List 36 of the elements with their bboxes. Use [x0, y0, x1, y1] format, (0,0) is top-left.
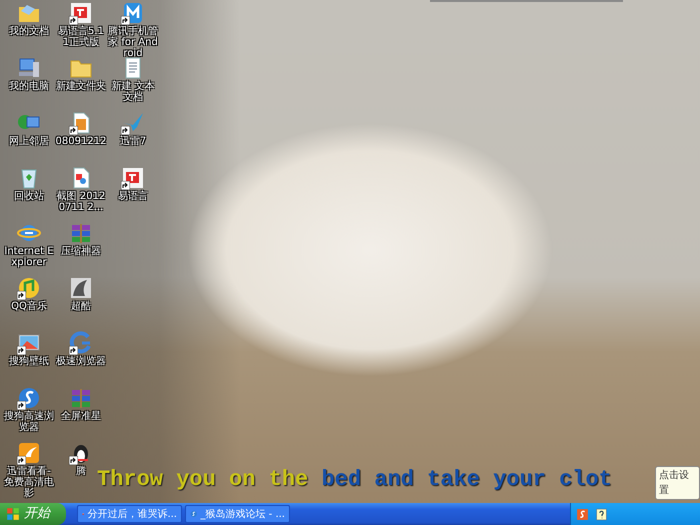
windows-logo-icon — [6, 507, 20, 521]
desktop-icon[interactable]: QQ音乐 — [11, 276, 47, 331]
photo-thumbnail-icon — [69, 276, 93, 300]
desktop-icon[interactable]: 08091212 — [56, 111, 106, 166]
taskbar-button[interactable]: _猴岛游戏论坛 - ... — [185, 505, 290, 523]
desktop-icon[interactable]: 我的电脑 — [9, 56, 49, 111]
desktop-icon[interactable]: 新建文件夹 — [56, 56, 106, 111]
desktop-lyrics: Throw you on the bed and take your clot — [97, 466, 612, 494]
desktop-icon[interactable]: 迅雷看看-免费高清电影 — [3, 441, 55, 496]
s-logo-icon — [190, 508, 198, 520]
desktop-icon[interactable]: 截图 20120711 2... — [55, 166, 107, 221]
desktop-icon[interactable]: 搜狗高速浏览器 — [3, 386, 55, 441]
desktop-icon[interactable]: Internet Explorer — [3, 221, 55, 276]
start-button[interactable]: 开始 — [0, 503, 66, 525]
desktop-icon[interactable]: 易语言 — [118, 166, 148, 221]
tooltip: 点击设置 — [655, 466, 700, 500]
desktop-icon[interactable]: 新建 文本文档 — [107, 56, 159, 111]
books-icon — [69, 221, 93, 245]
desktop-icon[interactable]: 超酷 — [69, 276, 93, 331]
help-icon[interactable] — [595, 508, 608, 520]
desktop-icon[interactable]: 极速浏览器 — [56, 331, 106, 386]
desktop-icon[interactable]: 全屏准星 — [61, 386, 101, 441]
books-icon — [69, 386, 93, 410]
swirl-icon — [69, 331, 93, 355]
desktop-icon[interactable]: 腾 — [69, 441, 93, 496]
desktop-icon[interactable]: 搜狗壁纸 — [9, 331, 49, 386]
desktop-icon[interactable]: 易语言5.11正式版 — [55, 1, 107, 56]
computer-icon — [17, 56, 41, 80]
desktop-icon[interactable]: 压缩神器 — [61, 221, 101, 276]
taskbar-button[interactable]: 分开过后，谁哭诉... — [77, 505, 182, 523]
desktop-icon[interactable]: 网上邻居 — [9, 111, 49, 166]
desktop-icon[interactable]: 腾讯手机管家 for Android — [107, 1, 159, 56]
desktop-icon[interactable]: 回收站 — [14, 166, 44, 221]
s-logo-icon[interactable] — [576, 508, 589, 520]
desktop-icon[interactable]: 我的文档 — [9, 1, 49, 56]
desktop-icon[interactable]: 迅雷7 — [120, 111, 146, 166]
